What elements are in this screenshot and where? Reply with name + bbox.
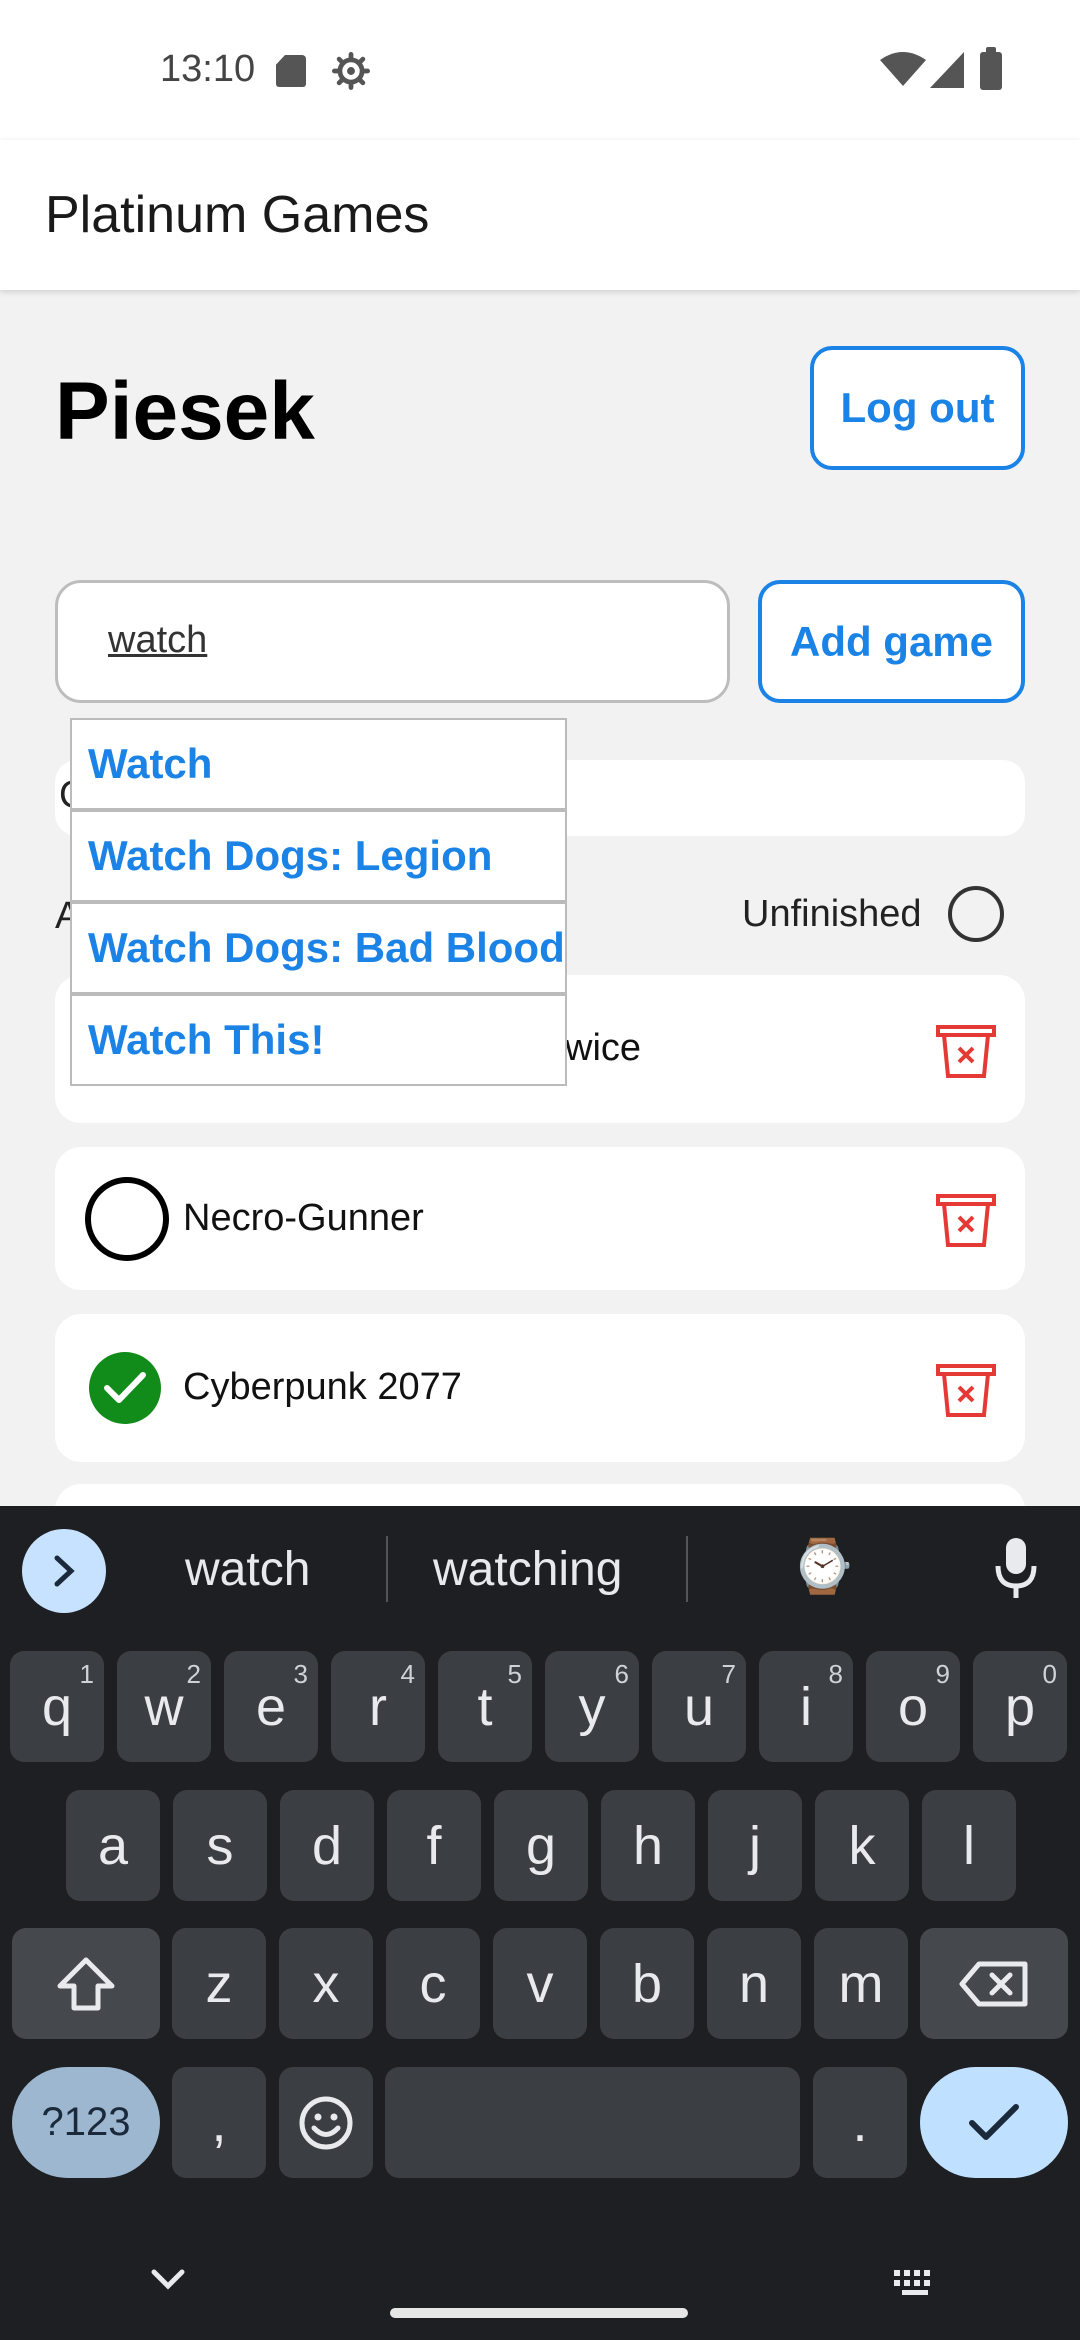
autocomplete-option[interactable]: Watch This! [70,994,567,1086]
shift-key[interactable] [12,1928,160,2039]
key-w[interactable]: w2 [117,1651,211,1762]
filter-unfinished-radio[interactable] [948,886,1004,942]
expand-suggestions-button[interactable] [22,1529,106,1613]
period-key[interactable]: . [813,2067,907,2178]
key-g[interactable]: g [494,1790,588,1901]
symbols-key[interactable]: ?123 [12,2067,160,2178]
key-hint: 0 [1042,1659,1057,1689]
checkmark-icon [104,1372,146,1403]
key-hint: 8 [828,1659,843,1689]
emoji-icon [299,2096,353,2149]
emoji-key[interactable] [279,2067,373,2178]
key-x[interactable]: x [279,1928,373,2039]
microphone-icon[interactable] [990,1536,1042,1600]
backspace-key[interactable] [920,1928,1068,2039]
status-bar: 13:10 [0,0,1080,140]
app-title: Platinum Games [45,186,430,244]
key-hint: 6 [614,1659,629,1689]
home-gesture-handle[interactable] [390,2308,688,2318]
key-y[interactable]: y6 [545,1651,639,1762]
keyboard-suggestion-emoji[interactable]: ⌚ [790,1536,855,1597]
key-p[interactable]: p0 [973,1651,1067,1762]
finished-toggle[interactable] [89,1352,161,1424]
game-card: Necro-Gunner [55,1147,1025,1290]
key-hint: 7 [721,1659,736,1689]
key-n[interactable]: n [707,1928,801,2039]
filter-unfinished-label: Unfinished [742,893,922,935]
suggestion-divider [686,1536,688,1602]
space-key[interactable] [385,2067,800,2178]
add-game-button[interactable]: Add game [758,580,1025,703]
game-card: Cyberpunk 2077 [55,1314,1025,1462]
backspace-icon [959,1961,1028,2006]
logout-button[interactable]: Log out [810,346,1025,470]
key-o[interactable]: o9 [866,1651,960,1762]
game-title: Necro-Gunner [183,1197,424,1239]
keyboard-switch-icon[interactable] [892,2268,938,2298]
key-j[interactable]: j [708,1790,802,1901]
enter-key[interactable] [920,2067,1068,2178]
status-time: 13:10 [160,48,256,90]
key-m[interactable]: m [814,1928,908,2039]
key-z[interactable]: z [172,1928,266,2039]
game-search-input[interactable]: watch [55,580,730,703]
key-d[interactable]: d [280,1790,374,1901]
key-k[interactable]: k [815,1790,909,1901]
key-t[interactable]: t5 [438,1651,532,1762]
sd-card-icon [276,55,306,87]
settings-icon [332,52,370,90]
username-heading: Piesek [55,366,315,457]
game-title: wice [565,1027,642,1069]
soft-keyboard: watch watching ⌚ q1w2e3r4t5y6u7i8o9p0 asd… [0,1506,1080,2340]
key-hint: 5 [507,1659,522,1689]
shift-icon [57,1957,115,2010]
delete-game-icon[interactable] [935,1191,997,1249]
key-u[interactable]: u7 [652,1651,746,1762]
key-hint: 9 [935,1659,950,1689]
signal-icon [930,52,964,88]
game-title: Cyberpunk 2077 [183,1366,462,1408]
key-s[interactable]: s [173,1790,267,1901]
key-hint: 3 [293,1659,308,1689]
comma-key[interactable]: , [172,2067,266,2178]
suggestion-divider [386,1536,388,1602]
key-i[interactable]: i8 [759,1651,853,1762]
wifi-icon [880,52,926,86]
keyboard-suggestion[interactable]: watch [185,1542,310,1597]
key-r[interactable]: r4 [331,1651,425,1762]
key-a[interactable]: a [66,1790,160,1901]
search-input-value: watch [108,619,208,661]
key-h[interactable]: h [601,1790,695,1901]
delete-game-icon[interactable] [935,1361,997,1419]
key-hint: 1 [79,1659,94,1689]
autocomplete-option[interactable]: Watch Dogs: Legion [70,810,567,902]
key-hint: 4 [400,1659,415,1689]
key-q[interactable]: q1 [10,1651,104,1762]
key-e[interactable]: e3 [224,1651,318,1762]
unfinished-toggle[interactable] [85,1177,169,1261]
hide-keyboard-icon[interactable] [150,2268,186,2292]
app-bar: Platinum Games [0,140,1080,290]
keyboard-suggestion[interactable]: watching [433,1542,622,1597]
autocomplete-dropdown: Watch Watch Dogs: Legion Watch Dogs: Bad… [70,718,567,1086]
key-v[interactable]: v [493,1928,587,2039]
key-f[interactable]: f [387,1790,481,1901]
key-hint: 2 [186,1659,201,1689]
autocomplete-option[interactable]: Watch [70,718,567,810]
delete-game-icon[interactable] [935,1022,997,1080]
key-l[interactable]: l [922,1790,1016,1901]
key-b[interactable]: b [600,1928,694,2039]
autocomplete-option[interactable]: Watch Dogs: Bad Blood [70,902,567,994]
battery-icon [980,47,1002,90]
chevron-right-icon [54,1555,75,1587]
check-icon [969,2103,1019,2140]
key-c[interactable]: c [386,1928,480,2039]
